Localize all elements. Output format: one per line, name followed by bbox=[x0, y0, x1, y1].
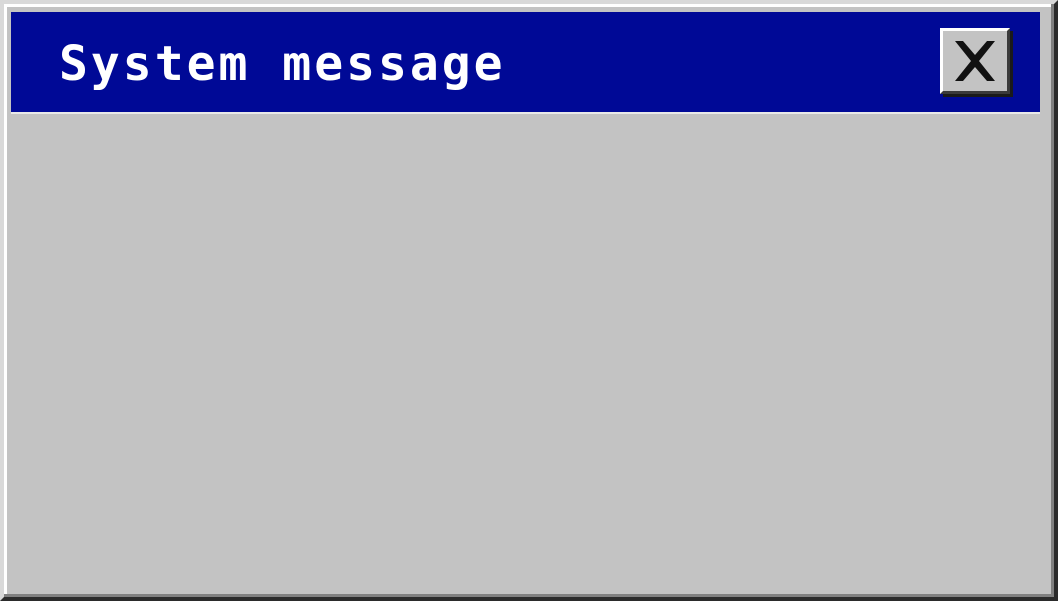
title-bar[interactable]: System message bbox=[11, 12, 1040, 114]
message-body bbox=[11, 114, 1040, 584]
window-title: System message bbox=[59, 36, 506, 92]
close-icon bbox=[955, 41, 995, 81]
system-message-dialog: System message bbox=[0, 0, 1058, 601]
close-button[interactable] bbox=[940, 28, 1010, 94]
